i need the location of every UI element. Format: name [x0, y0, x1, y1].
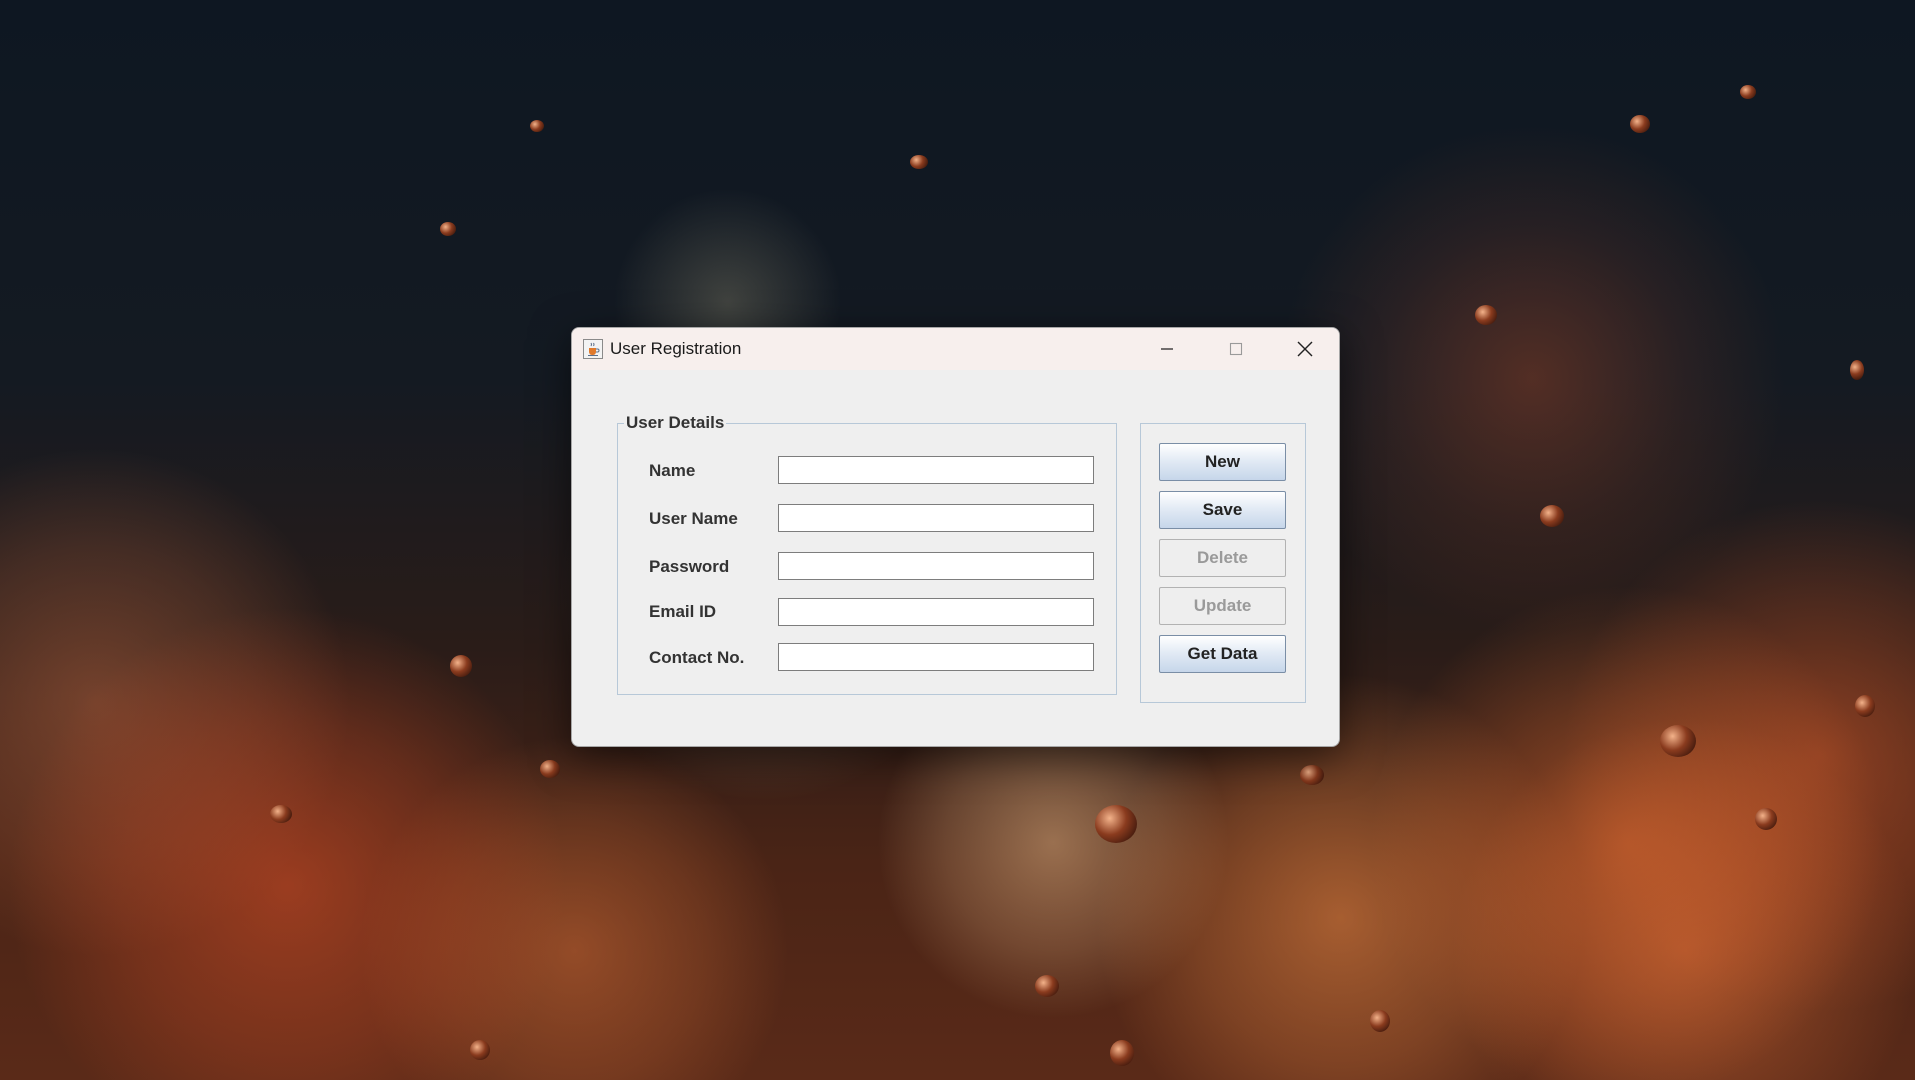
window-controls — [1132, 328, 1339, 370]
window-content: User Details Name User Name Password Ema… — [572, 370, 1339, 746]
update-button[interactable]: Update — [1159, 587, 1286, 625]
delete-button[interactable]: Delete — [1159, 539, 1286, 577]
java-coffee-icon — [583, 339, 603, 359]
user-details-group: User Details Name User Name Password Ema… — [617, 413, 1117, 695]
email-id-field[interactable] — [778, 598, 1094, 626]
new-button[interactable]: New — [1159, 443, 1286, 481]
close-button[interactable] — [1270, 328, 1339, 370]
email-id-label: Email ID — [649, 602, 717, 621]
save-button[interactable]: Save — [1159, 491, 1286, 529]
get-data-button[interactable]: Get Data — [1159, 635, 1286, 673]
maximize-button[interactable] — [1201, 328, 1270, 370]
close-icon — [1297, 341, 1312, 357]
contact-no-field[interactable] — [778, 643, 1094, 671]
name-label: Name — [649, 461, 696, 480]
window-title: User Registration — [610, 339, 742, 358]
maximize-icon — [1229, 342, 1242, 356]
group-title: User Details — [624, 413, 727, 433]
action-buttons-panel: New Save Delete Update Get Data — [1140, 423, 1306, 703]
desktop-background: User Registration User Details Name User… — [0, 0, 1915, 1080]
minimize-button[interactable] — [1132, 328, 1201, 370]
minimize-icon — [1160, 348, 1173, 350]
title-bar[interactable]: User Registration — [572, 328, 1339, 370]
user-name-label: User Name — [649, 509, 738, 528]
user-name-field[interactable] — [778, 504, 1094, 532]
password-label: Password — [649, 557, 730, 576]
name-field[interactable] — [778, 456, 1094, 484]
contact-no-label: Contact No. — [649, 648, 745, 667]
user-registration-window: User Registration User Details Name User… — [571, 327, 1340, 747]
password-field[interactable] — [778, 552, 1094, 580]
